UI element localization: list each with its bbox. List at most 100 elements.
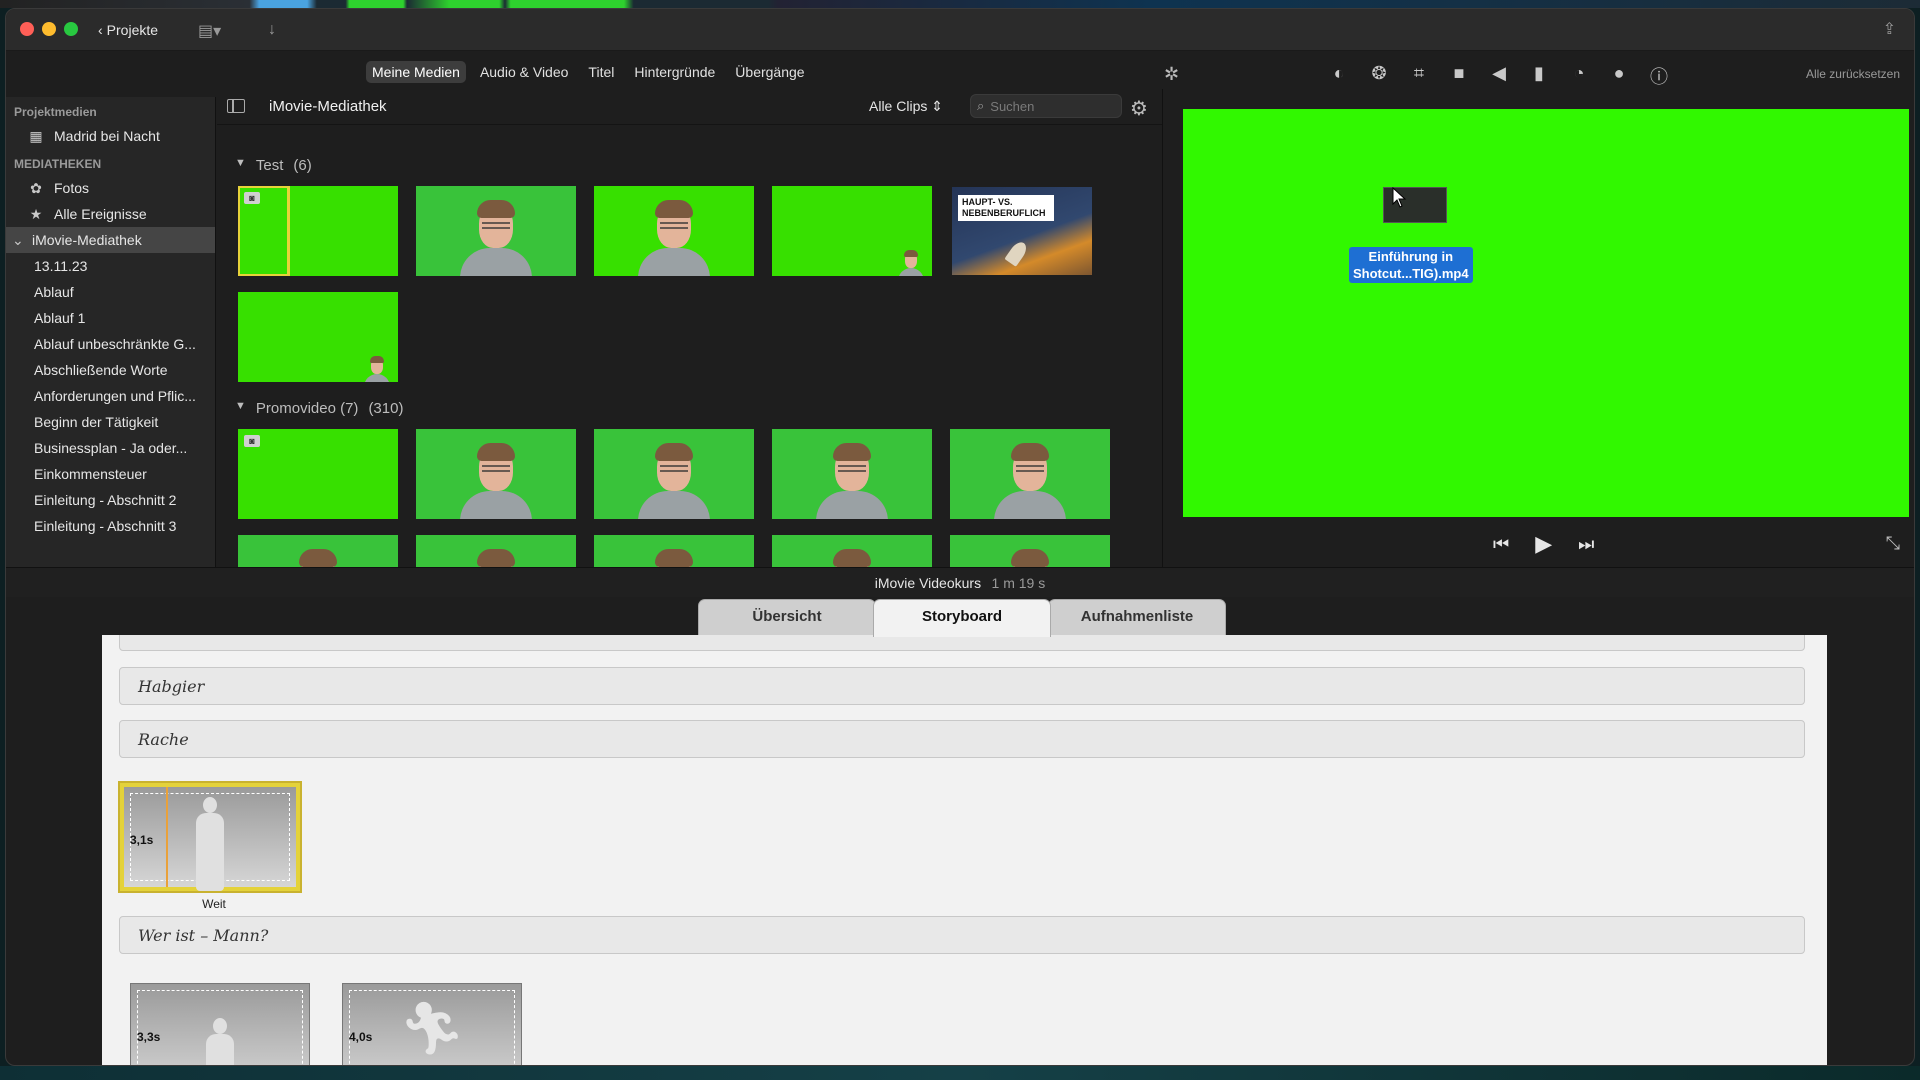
clip-thumbnail[interactable]: [238, 292, 398, 382]
sidebar-event[interactable]: Ablauf 1: [6, 305, 215, 331]
speed-icon[interactable]: ◔: [1568, 63, 1590, 89]
presenter-image: [456, 192, 536, 276]
sidebar-event[interactable]: 13.11.23: [6, 253, 215, 279]
clip-thumbnail[interactable]: [950, 429, 1110, 519]
playback-controls: ⏮ ▶ ⏭: [1493, 531, 1594, 557]
clip-thumbnail[interactable]: [772, 535, 932, 567]
fullscreen-window-button[interactable]: [64, 22, 78, 36]
projects-back-button[interactable]: ‹ Projekte: [98, 19, 158, 41]
minimize-window-button[interactable]: [42, 22, 56, 36]
stabilization-icon[interactable]: ■: [1448, 63, 1470, 89]
import-icon[interactable]: ↓: [268, 21, 276, 39]
preview-viewer: Einführung in Shotcut...TIG).mp4 ⏮ ▶ ⏭ ⤡: [1162, 89, 1914, 567]
sidebar-event[interactable]: Anforderungen und Pflic...: [6, 383, 215, 409]
clip-thumbnail[interactable]: [772, 186, 932, 276]
clip-thumbnail[interactable]: [416, 429, 576, 519]
search-field[interactable]: ⌕: [970, 94, 1122, 118]
crop-icon[interactable]: ⌗: [1408, 63, 1430, 89]
sidebar-item-all-events[interactable]: ★ Alle Ereignisse: [6, 201, 215, 227]
sidebar-event[interactable]: Einkommensteuer: [6, 461, 215, 487]
layout-toggle-icon[interactable]: ▤▾: [198, 21, 221, 41]
close-window-button[interactable]: [20, 22, 34, 36]
color-balance-icon[interactable]: ◐: [1328, 63, 1350, 89]
storyboard-text-row[interactable]: Habgier: [119, 667, 1805, 705]
clip-thumbnail[interactable]: [594, 186, 754, 276]
magic-wand-icon[interactable]: ✲: [1164, 64, 1179, 85]
storyboard-shot[interactable]: 🏃︎ 4,0s: [342, 983, 522, 1065]
shot-duration: 4,0s: [349, 1030, 373, 1044]
volume-icon[interactable]: ◀: [1488, 63, 1510, 89]
trailer-tabs: Übersicht Storyboard Aufnahmenliste: [698, 599, 1226, 637]
expand-icon[interactable]: ⤡: [1886, 533, 1900, 554]
storyboard-text-row[interactable]: Rache: [119, 720, 1805, 758]
share-icon[interactable]: ⇪: [1883, 19, 1896, 39]
storyboard-text-row[interactable]: Wer ist – Mann?: [119, 916, 1805, 954]
clip-thumbnail-graphic[interactable]: HAUPT- VS. NEBENBERUFLICH: [952, 187, 1092, 275]
tab-transitions[interactable]: Übergänge: [729, 61, 810, 83]
skip-forward-icon[interactable]: ⏭: [1578, 534, 1594, 555]
tab-my-media[interactable]: Meine Medien: [366, 61, 466, 83]
projects-back-label: Projekte: [106, 22, 159, 38]
info-icon[interactable]: ⓘ: [1648, 63, 1670, 89]
sidebar-event[interactable]: Beginn der Tätigkeit: [6, 409, 215, 435]
storyboard-shot[interactable]: 3,3s: [130, 983, 310, 1065]
tab-overview[interactable]: Übersicht: [698, 599, 876, 635]
clip-thumbnail[interactable]: [594, 535, 754, 567]
sidebar-toggle-icon[interactable]: [227, 99, 245, 113]
dragged-file-label-line1: Einführung in: [1368, 249, 1454, 264]
sidebar-event[interactable]: Einleitung - Abschnitt 3: [6, 513, 215, 539]
storyboard-panel: Habgier Rache 3,1s Weit Wer ist – Mann? …: [102, 635, 1827, 1065]
sidebar-event[interactable]: Abschließende Worte: [6, 357, 215, 383]
sidebar-item-photos[interactable]: ✿ Fotos: [6, 175, 215, 201]
disclosure-triangle-icon[interactable]: ▼: [235, 400, 246, 417]
disclosure-triangle-icon[interactable]: ▼: [235, 157, 246, 174]
event-header-test[interactable]: ▼ Test (6): [235, 157, 312, 174]
event-header-promovideo[interactable]: ▼ Promovideo (7) (310): [235, 400, 403, 417]
playhead[interactable]: [166, 787, 168, 887]
clip-thumbnail[interactable]: [594, 429, 754, 519]
skip-back-icon[interactable]: ⏮: [1493, 534, 1509, 555]
play-icon[interactable]: ▶: [1535, 531, 1552, 557]
sidebar-event[interactable]: Ablauf unbeschränkte G...: [6, 331, 215, 357]
sidebar-item-library[interactable]: ⌄ iMovie-Mediathek: [6, 227, 215, 253]
storyboard-shot[interactable]: 3,1s: [120, 783, 300, 891]
tab-backgrounds[interactable]: Hintergründe: [628, 61, 721, 83]
sidebar-item-label: iMovie-Mediathek: [32, 232, 142, 248]
clip-thumbnail[interactable]: [772, 429, 932, 519]
project-duration: 1 m 19 s: [991, 575, 1046, 591]
clip-thumbnail[interactable]: [238, 535, 398, 567]
storyboard-text-row[interactable]: [119, 635, 1805, 651]
updown-chevron-icon: ⇕: [931, 98, 943, 114]
tab-storyboard[interactable]: Storyboard: [873, 599, 1051, 637]
tab-audio-video[interactable]: Audio & Video: [474, 61, 574, 83]
equalizer-icon[interactable]: ▮: [1528, 63, 1550, 89]
shot-duration: 3,1s: [130, 833, 154, 847]
clip-filter-select[interactable]: Alle Clips ⇕: [869, 98, 943, 115]
sidebar-event[interactable]: Businessplan - Ja oder...: [6, 435, 215, 461]
media-tabs: Meine Medien Audio & Video Titel Hinterg…: [366, 61, 811, 83]
clip-thumbnail[interactable]: [416, 186, 576, 276]
dragged-file-label: Einführung in Shotcut...TIG).mp4: [1349, 247, 1473, 283]
sidebar-event[interactable]: Ablauf: [6, 279, 215, 305]
clip-thumbnail[interactable]: ◙: [238, 429, 398, 519]
reset-all-button[interactable]: Alle zurücksetzen: [1806, 67, 1900, 81]
search-input[interactable]: [990, 98, 1101, 114]
event-name: Promovideo (7): [255, 400, 359, 417]
clip-thumbnail[interactable]: [416, 535, 576, 567]
sidebar-item-project[interactable]: ▦ Madrid bei Nacht: [6, 123, 215, 149]
clip-thumbnail[interactable]: [950, 535, 1110, 567]
viewer-screen[interactable]: Einführung in Shotcut...TIG).mp4: [1183, 109, 1909, 517]
event-name: Test: [255, 157, 284, 174]
libraries-header: MEDIATHEKEN: [14, 157, 102, 171]
presenter-image: [634, 435, 714, 519]
tab-shot-list[interactable]: Aufnahmenliste: [1048, 599, 1226, 635]
chevron-down-icon[interactable]: ⌄: [12, 227, 24, 253]
color-correction-icon[interactable]: ❂: [1368, 63, 1390, 89]
sidebar-event[interactable]: Einleitung - Abschnitt 2: [6, 487, 215, 513]
noise-reduction-icon[interactable]: ●: [1608, 63, 1630, 89]
tab-titles[interactable]: Titel: [582, 61, 620, 83]
gear-icon[interactable]: ⚙: [1130, 96, 1148, 121]
browser-title: iMovie-Mediathek: [269, 98, 387, 115]
project-title-bar: iMovie Videokurs 1 m 19 s: [6, 567, 1914, 597]
clip-thumbnail[interactable]: ◙: [238, 186, 398, 276]
